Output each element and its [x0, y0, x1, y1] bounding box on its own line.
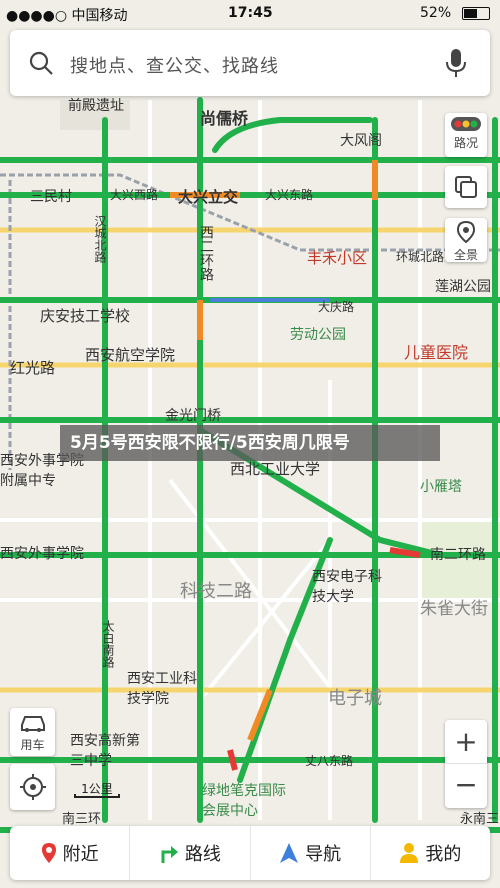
- map-label: 儿童医院: [404, 343, 469, 362]
- zoom-in-button[interactable]: +: [445, 720, 487, 764]
- route-tab[interactable]: 路线: [130, 826, 251, 880]
- map-label: 西安航空学院: [85, 346, 176, 364]
- navigate-label: 导航: [305, 844, 342, 865]
- map-label: 大兴立交: [178, 188, 239, 206]
- locate-icon: [19, 774, 46, 800]
- panorama-button[interactable]: 全景: [445, 218, 487, 262]
- panorama-label: 全景: [453, 248, 478, 262]
- map-label: 绿地笔克国际会展中心: [202, 783, 286, 819]
- nearby-label: 附近: [62, 844, 99, 865]
- route-label: 路线: [184, 844, 221, 865]
- search-input[interactable]: 搜地点、查公交、找路线: [70, 52, 279, 78]
- carrier-label: ●●●●○ 中国移动: [6, 8, 128, 24]
- navigation-arrow-icon: [280, 843, 299, 863]
- map-label: 大风阁: [340, 133, 382, 149]
- user-icon: [400, 843, 419, 863]
- layers-icon: [455, 176, 477, 198]
- map-label: 西二环路: [198, 225, 214, 281]
- navigate-tab[interactable]: 导航: [251, 826, 371, 880]
- bottom-nav: 附近 路线 导航 我的: [10, 826, 490, 880]
- traffic-button[interactable]: 路况: [445, 113, 487, 157]
- map-label: 永南三: [460, 812, 500, 827]
- status-bar: ●●●●○ 中国移动 17:45 52%: [0, 0, 500, 28]
- battery-label: 52%: [420, 5, 452, 21]
- map-label: 环城北路: [396, 250, 445, 264]
- map-label: 庆安技工学校: [40, 307, 131, 325]
- map-label: 西安电子科技大学: [312, 569, 382, 605]
- search-icon: [29, 51, 53, 75]
- map-label: 丰禾小区: [307, 249, 368, 267]
- map-label: 大庆路: [318, 300, 355, 314]
- map-label: 红光路: [10, 359, 56, 377]
- map-label: 西安高新第三中学: [70, 733, 140, 769]
- overlay-banner: 5月5号西安限不限行/5西安周几限号: [60, 425, 440, 461]
- battery-icon: [462, 7, 490, 20]
- map-label: 南三环: [62, 812, 102, 827]
- map-label: 前殿遗址: [68, 98, 124, 114]
- traffic-light-icon: [451, 117, 481, 131]
- map-label: 丈八东路: [305, 754, 354, 768]
- search-bar[interactable]: 搜地点、查公交、找路线: [10, 30, 490, 96]
- map-label: 汉城北路: [93, 215, 107, 263]
- route-arrow-icon: [161, 846, 178, 863]
- microphone-icon[interactable]: [445, 48, 467, 78]
- map-label: 西北工业大学: [230, 460, 321, 478]
- map-label: 小雁塔: [420, 479, 462, 495]
- map-label: 金光门桥: [165, 408, 221, 424]
- layers-button[interactable]: [445, 166, 487, 208]
- time-label: 17:45: [228, 5, 273, 21]
- map-label: 科技二路: [180, 581, 252, 602]
- car-label: 用车: [20, 738, 45, 752]
- map-label: 电子城: [328, 688, 382, 709]
- map-label: 劳动公园: [290, 327, 346, 343]
- locate-button[interactable]: [10, 764, 55, 810]
- map-label: 大兴西路: [110, 188, 159, 202]
- car-service-button[interactable]: 用车: [10, 708, 55, 756]
- traffic-label: 路况: [453, 136, 478, 150]
- map-label: 莲湖公园: [435, 279, 491, 295]
- map-label: 西安工业科技学院: [127, 671, 197, 707]
- map-label: 三民村: [30, 189, 72, 205]
- map-label: 大兴东路: [265, 188, 314, 202]
- map-pin-icon: [41, 843, 56, 863]
- map-label: 朱雀大街: [420, 599, 488, 619]
- zoom-control: + −: [445, 720, 487, 808]
- map-label: 西安外事学院: [0, 546, 84, 562]
- location-pin-icon: [456, 220, 476, 244]
- mine-label: 我的: [425, 844, 462, 865]
- zoom-out-button[interactable]: −: [445, 764, 487, 808]
- map-label: 南二环路: [430, 547, 486, 563]
- car-icon: [20, 716, 45, 732]
- map-label: 太白南路: [101, 620, 115, 668]
- nearby-tab[interactable]: 附近: [10, 826, 131, 880]
- scale-bar: 1公里: [74, 780, 120, 800]
- mine-tab[interactable]: 我的: [371, 826, 490, 880]
- map-label: 尚儒桥: [200, 109, 249, 128]
